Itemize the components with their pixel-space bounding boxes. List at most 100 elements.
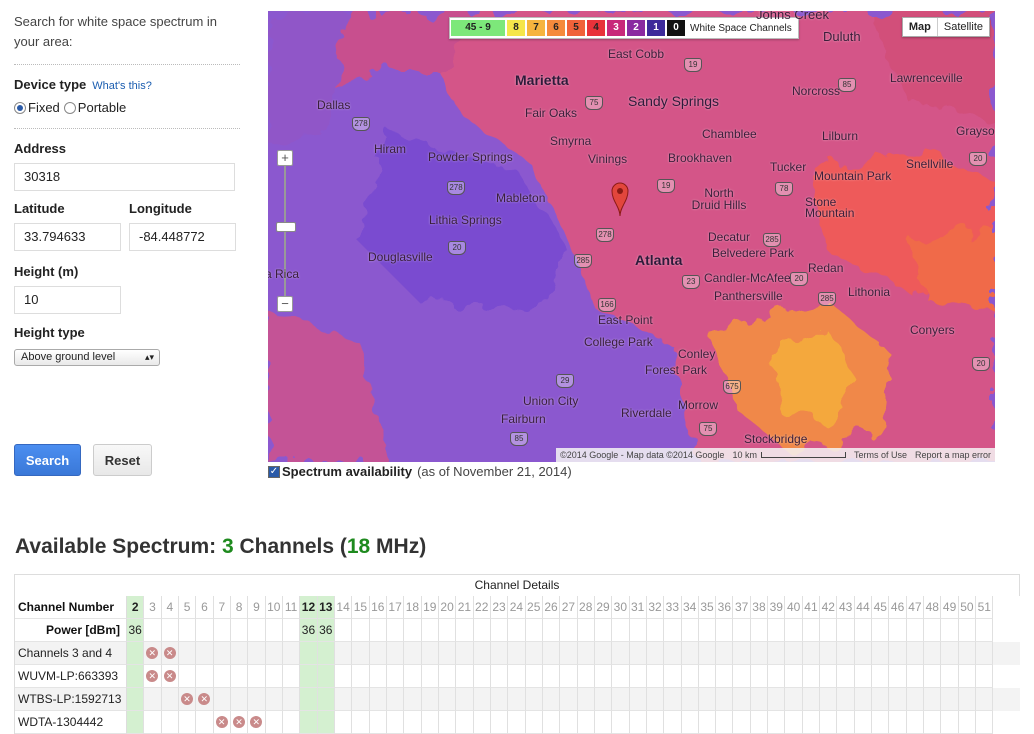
channel-cell [820,665,838,688]
channel-cell [127,688,145,711]
channel-cell [889,642,907,665]
highway-shield: 20 [972,357,990,371]
channel-cell [144,619,162,642]
row-label: WTBS-LP:1592713 [15,688,127,711]
channel-cell [230,688,249,711]
channel-cell: 36 [716,596,734,619]
channel-cell: 20 [438,596,457,619]
zoom-control: + − [276,150,296,312]
channel-cell [958,642,977,665]
channel-cell [560,665,578,688]
channel-cell: ✕ [230,711,249,734]
place-label: Sandy Springs [628,93,720,109]
channel-cell [872,688,890,711]
channel-cell: 25 [525,596,543,619]
legend-swatch: 45 - 9 [451,20,505,36]
channel-cell [664,711,682,734]
place-label: Grayso [956,124,995,138]
channel-cell [629,665,647,688]
map-scale: 10 km [728,450,850,460]
channel-cell [854,688,873,711]
blocked-icon: ✕ [198,693,211,705]
whats-this-link[interactable]: What's this? [92,80,152,92]
channel-details-table: Channel Details Channel Number 2 3 4 5 6 7 8 9 10… [14,574,1020,734]
highway-shield: 23 [682,275,700,289]
blocked-icon: ✕ [232,716,245,728]
portable-radio[interactable] [63,101,76,114]
place-label: Decatur [708,230,751,244]
channel-cell [282,688,301,711]
zoom-in-button[interactable]: + [277,150,293,166]
availability-checkbox[interactable]: ✓ [268,465,280,478]
height-type-select[interactable]: Above ground level ▴▾ [14,349,160,366]
spectrum-map[interactable]: 45 - 9 8 7 6 5 4 3 2 1 0 White Space Cha… [268,11,995,462]
channel-cell: 34 [681,596,699,619]
map-type-satellite-button[interactable]: Satellite [938,18,989,36]
channel-cell [508,642,526,665]
channel-cell [802,619,821,642]
channel-cell [941,688,959,711]
place-label: East Cobb [608,47,665,61]
channel-cell [768,619,786,642]
blocked-icon: ✕ [163,670,176,682]
channel-cell [785,642,803,665]
channel-cell [837,688,855,711]
channel-cell [681,688,699,711]
channel-cell [664,642,682,665]
place-label: Powder Springs [428,150,513,164]
channel-cell [265,619,283,642]
channel-cell: 31 [629,596,647,619]
place-label: Morrow [678,398,719,412]
fixed-radio[interactable] [14,101,26,114]
channel-cell: ✕ [248,711,266,734]
channel-cell [681,642,699,665]
legend-swatch: 1 [647,20,665,36]
channel-cell: 41 [802,596,821,619]
channel-cell [733,642,751,665]
channel-cell [785,665,803,688]
address-input[interactable]: 30318 [14,163,235,191]
channel-cell [352,665,370,688]
channel-cell [161,688,179,711]
channel-cell: ✕ [161,665,179,688]
channel-cell [664,665,682,688]
channel-cell: 35 [698,596,717,619]
channel-cell [282,642,301,665]
zoom-out-button[interactable]: − [277,296,293,312]
channel-cell [421,688,439,711]
channel-cell [421,711,439,734]
terms-of-use-link[interactable]: Terms of Use [850,450,911,460]
channel-cell [906,688,925,711]
reset-button[interactable]: Reset [93,444,152,476]
height-input[interactable]: 10 [14,286,121,314]
channel-cell [473,665,491,688]
highway-shield: 78 [775,182,793,196]
legend-swatch: 8 [507,20,525,36]
channel-cell [854,619,873,642]
channel-cell [525,665,543,688]
channel-cell [300,642,318,665]
channel-cell [300,688,318,711]
legend-title: White Space Channels [690,22,792,34]
location-marker-icon[interactable] [611,181,629,217]
availability-label: Spectrum availability [282,464,413,479]
channel-cell: 28 [577,596,595,619]
channel-cell [733,619,751,642]
height-label: Height (m) [14,264,79,279]
search-button[interactable]: Search [14,444,81,476]
longitude-input[interactable]: -84.448772 [129,223,236,251]
channel-cell [178,642,197,665]
map-type-map-button[interactable]: Map [903,18,938,36]
channel-cell [230,619,249,642]
latitude-input[interactable]: 33.794633 [14,223,121,251]
channel-cell [768,642,786,665]
channel-cell: 29 [594,596,613,619]
place-label: Mableton [496,191,546,205]
report-map-error-link[interactable]: Report a map error [911,450,995,460]
place-label: Duluth [823,29,861,44]
channel-cell [438,665,457,688]
channel-cell [282,619,301,642]
channel-cell [438,642,457,665]
zoom-slider-handle[interactable] [276,222,296,232]
channel-count: 3 [221,535,234,558]
